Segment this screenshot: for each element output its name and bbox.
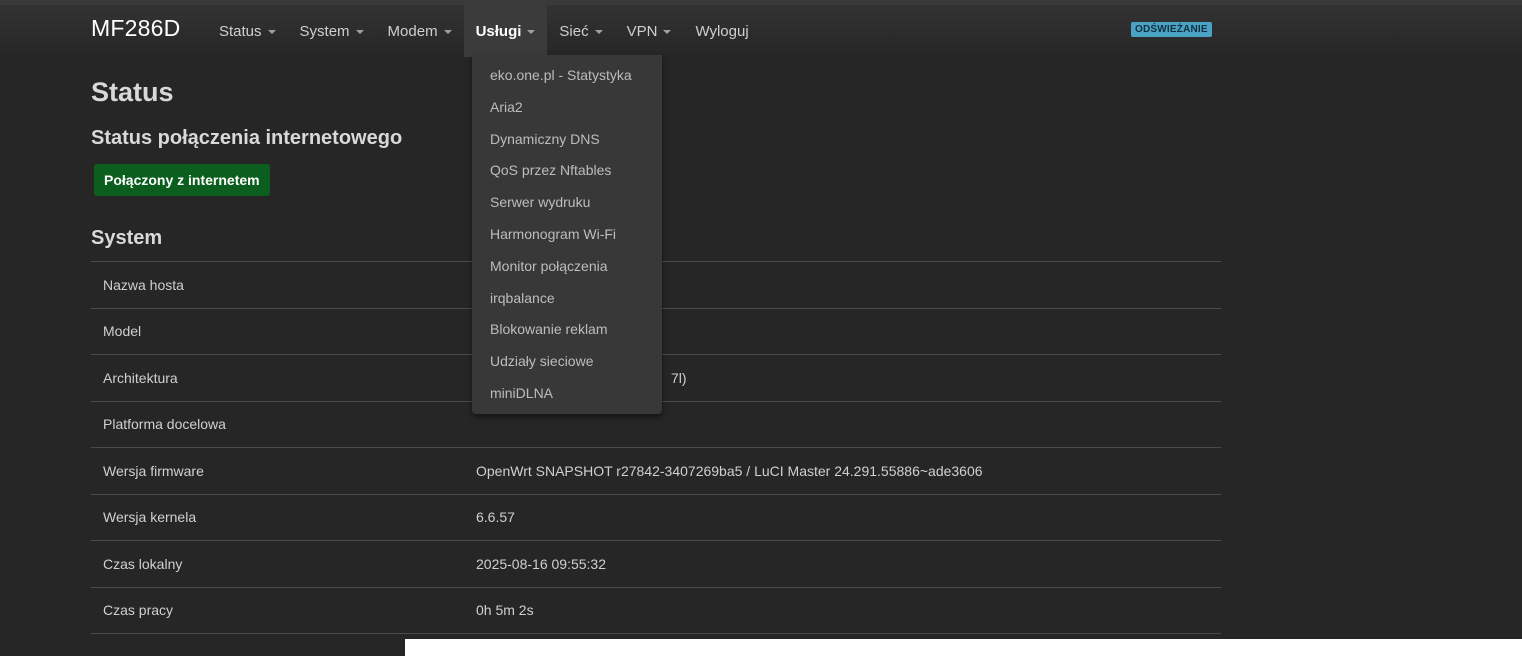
menu-item-network-shares[interactable]: Udziały sieciowe [472,350,662,372]
brand-logo[interactable]: MF286D [91,15,180,42]
table-row: Wersja firmware OpenWrt SNAPSHOT r27842-… [91,448,1221,495]
row-value: 0h 5m 2s [476,602,534,619]
menu-item-ddns[interactable]: Dynamiczny DNS [472,128,662,150]
nav-vpn[interactable]: VPN [615,5,684,57]
nav-network[interactable]: Sieć [547,5,614,57]
menu-item-qos[interactable]: QoS przez Nftables [472,159,662,181]
row-key: Model [103,323,142,340]
nav-system-label: System [299,22,350,40]
row-key: Wersja firmware [103,462,204,479]
row-key: Platforma docelowa [103,416,226,433]
internet-status-title: Status połączenia internetowego [91,127,403,149]
top-navbar: MF286D Status System Modem Usługi Sieć V… [0,0,1522,57]
system-section-title: System [91,227,163,249]
caret-down-icon [527,30,536,34]
menu-item-irqbalance[interactable]: irqbalance [472,287,662,309]
menu-item-eko-stats[interactable]: eko.one.pl - Statystyka [472,64,662,86]
table-row: Wersja kernela 6.6.57 [91,495,1221,541]
row-value: 7l) [671,369,687,386]
row-value: 6.6.57 [476,509,515,526]
menu-item-print-server[interactable]: Serwer wydruku [472,191,662,213]
connection-status-badge: Połączony z internetem [94,164,270,196]
refresh-badge[interactable]: ODŚWIEŻANIE [1131,22,1212,37]
caret-down-icon [594,30,603,34]
table-row: Czas pracy 0h 5m 2s [91,588,1221,634]
main-nav: Status System Modem Usługi Sieć VPN Wylo… [207,5,761,57]
menu-item-minidlna[interactable]: miniDLNA [472,382,662,404]
caret-down-icon [663,30,672,34]
services-dropdown-menu: eko.one.pl - Statystyka Aria2 Dynamiczny… [472,55,662,414]
row-key: Czas pracy [103,602,174,619]
caret-down-icon [267,30,276,34]
overlay-panel [405,639,1522,656]
row-key: Architektura [103,369,178,386]
nav-system[interactable]: System [288,5,376,57]
row-value: OpenWrt SNAPSHOT r27842-3407269ba5 / LuC… [476,462,983,479]
menu-item-wifi-schedule[interactable]: Harmonogram Wi-Fi [472,223,662,245]
caret-down-icon [355,30,364,34]
row-key: Czas lokalny [103,555,183,572]
nav-modem[interactable]: Modem [376,5,464,57]
menu-item-connection-monitor[interactable]: Monitor połączenia [472,255,662,277]
nav-logout[interactable]: Wyloguj [683,5,760,57]
nav-status[interactable]: Status [207,5,288,57]
nav-logout-label: Wyloguj [695,22,749,40]
nav-modem-label: Modem [387,22,438,40]
nav-network-label: Sieć [559,22,589,40]
row-value: 2025-08-16 09:55:32 [476,555,606,572]
nav-status-label: Status [219,22,262,40]
nav-vpn-label: VPN [626,22,658,40]
menu-item-adblock[interactable]: Blokowanie reklam [472,318,662,340]
row-key: Nazwa hosta [103,276,184,293]
table-row: Czas lokalny 2025-08-16 09:55:32 [91,541,1221,588]
row-key: Wersja kernela [103,509,197,526]
menu-item-aria2[interactable]: Aria2 [472,96,662,118]
nav-services-label: Usługi [475,22,522,40]
caret-down-icon [443,30,452,34]
nav-services[interactable]: Usługi [463,5,548,57]
page-title: Status [91,77,174,107]
